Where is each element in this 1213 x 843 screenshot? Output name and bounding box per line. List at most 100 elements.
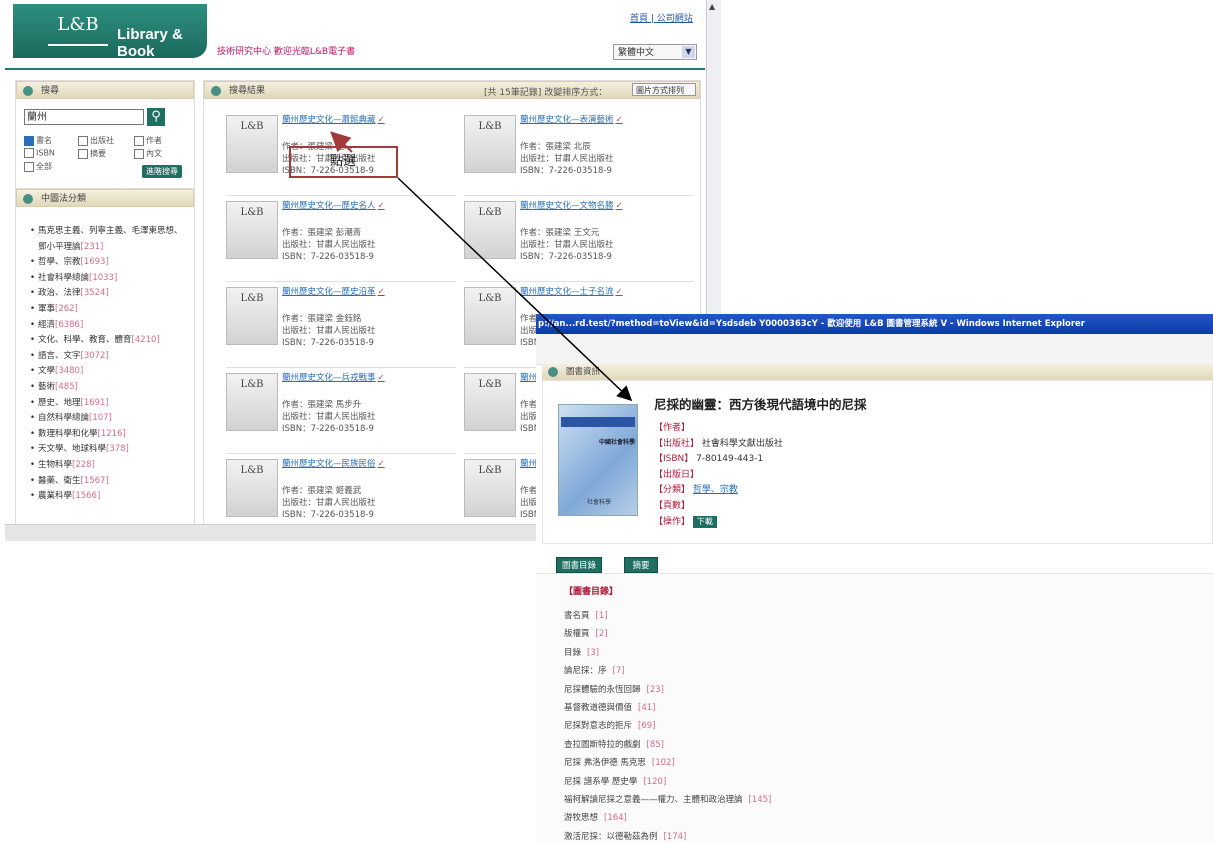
option-publisher[interactable]: 出版社 (78, 135, 114, 146)
category-item[interactable]: 數理科學和化學[1216] (30, 427, 190, 443)
category-name: 農業科學 (38, 491, 73, 502)
category-item[interactable]: 社會科學總論[1033] (30, 271, 190, 287)
book-cover[interactable]: L&B (464, 287, 516, 345)
check-icon: ✓ (377, 287, 385, 297)
category-item[interactable]: 文學[3480] (30, 364, 190, 380)
toc-item-page[interactable]: [7] (613, 666, 625, 676)
category-item[interactable]: 農業科學[1566] (30, 489, 190, 505)
search-icon[interactable]: ⚲ (147, 108, 165, 126)
search-input[interactable]: 蘭州 (24, 109, 144, 125)
category-link[interactable]: 哲學、宗教 (693, 485, 738, 495)
toc-item-page[interactable]: [41] (638, 703, 655, 713)
category-item[interactable]: 生物科學[228] (30, 458, 190, 474)
category-item[interactable]: 天文學、地球科學[378] (30, 442, 190, 458)
toc-item-page[interactable]: [2] (596, 629, 608, 639)
book-title-link[interactable]: 蘭州歷史文化—士子名流 ✓ (520, 285, 623, 297)
toc-list: 書名頁 [1] 版權頁 [2] 目錄 [3] 論尼採：序 [7] 尼採體驗的永恆回歸 [23] 基督… (564, 607, 771, 843)
category-item[interactable]: 經濟[6386] (30, 318, 190, 334)
book-cover[interactable]: L&B (464, 115, 516, 173)
category-item[interactable]: 醫藥、衛生[1567] (30, 474, 190, 490)
toc-item-page[interactable]: [85] (647, 740, 664, 750)
download-button[interactable]: 下載 (692, 515, 717, 528)
toc-item[interactable]: 游牧思想 [164] (564, 809, 771, 827)
book-detail-window: p://an...rd.test/?method=toView&id=Ysdsd… (536, 314, 1213, 843)
book-author: 作者：張建梁 馬步升 (282, 400, 362, 410)
top-links[interactable]: 首頁 | 公司網站 (630, 11, 693, 24)
option-abstract[interactable]: 摘要 (78, 148, 106, 159)
book-card: L&B 蘭州歷史文化—歷史名人 ✓ 作者：張建梁 彭潮斎 出版社：甘肅人民出版社 ISBN… (226, 201, 456, 282)
toc-item[interactable]: 基督教道德與價值 [41] (564, 699, 771, 717)
toc-item-page[interactable]: [145] (749, 795, 772, 805)
logo[interactable]: L&B Library & Book (13, 4, 207, 60)
toc-item[interactable]: 論尼採：序 [7] (564, 662, 771, 680)
toc-item[interactable]: 尼採體驗的永恆回歸 [23] (564, 681, 771, 699)
book-title-link[interactable]: 蘭州歷史文化—歷史名人 ✓ (282, 199, 385, 211)
category-item[interactable]: 馬克思主義、列寧主義、毛澤東思想、鄧小平理論[231] (30, 224, 190, 255)
category-item[interactable]: 哲學、宗教[1693] (30, 255, 190, 271)
book-meta: 作者：張建梁 金鈺銘 出版社：甘肅人民出版社 ISBN：7-226-03518-9 (282, 313, 376, 349)
language-select[interactable]: 繁體中文 ▼ (613, 44, 697, 60)
book-cover[interactable]: L&B (226, 115, 278, 173)
tab-abstract[interactable]: 摘要 (624, 557, 658, 573)
toc-item[interactable]: 激活尼採：以德勒茲為例 [174] (564, 828, 771, 843)
option-all[interactable]: 全部 (24, 161, 52, 172)
toc-item-page[interactable]: [120] (643, 777, 666, 787)
tab-toc[interactable]: 圖書目錄 (556, 557, 602, 573)
book-title-link[interactable]: 蘭州歷史文化—蕭館典藏 ✓ (282, 113, 385, 125)
book-cover[interactable]: L&B (464, 459, 516, 517)
book-cover[interactable]: L&B (226, 373, 278, 431)
book-cover[interactable]: L&B (226, 287, 278, 345)
toc-item[interactable]: 尼採 弗洛伊德 馬克思 [102] (564, 754, 771, 772)
option-fulltext[interactable]: 內文 (134, 148, 162, 159)
toc-item-page[interactable]: [174] (664, 832, 687, 842)
category-name: 文學 (38, 366, 56, 377)
search-panel-title: 搜尋 (41, 86, 60, 96)
date-row: 【出版日】 (654, 469, 700, 480)
category-item[interactable]: 藝術[485] (30, 380, 190, 396)
book-title-link[interactable]: 蘭州歷史文化—兵戎戰事 ✓ (282, 371, 385, 383)
option-isbn[interactable]: ISBN (24, 148, 55, 158)
toc-item[interactable]: 福柯解讀尼採之意義——權力、主體和政治理論 [145] (564, 791, 771, 809)
category-item[interactable]: 軍事[262] (30, 302, 190, 318)
toc-item-page[interactable]: [102] (652, 758, 675, 768)
category-name: 歷史、地理 (38, 397, 81, 408)
toc-item-name: 尼採 弗洛伊德 馬克思 (564, 758, 646, 769)
scroll-up-icon[interactable]: ▲ (709, 2, 715, 11)
book-title-link[interactable]: 蘭州歷史文化—民族民俗 ✓ (282, 457, 385, 469)
category-name: 醫藥、衛生 (38, 475, 81, 486)
category-name: 經濟 (38, 319, 56, 330)
book-cover[interactable]: L&B (464, 373, 516, 431)
toc-item[interactable]: 目錄 [3] (564, 644, 771, 662)
book-title-link[interactable]: 蘭州歷史文化—表演藝術 ✓ (520, 113, 623, 125)
toc-item[interactable]: 版權頁 [2] (564, 625, 771, 643)
book-author: 作者：張建梁 金鈺銘 (282, 314, 362, 324)
toc-item[interactable]: 查拉圖斯特拉的戲劇 [85] (564, 736, 771, 754)
category-item[interactable]: 自然科學總論[107] (30, 411, 190, 427)
toc-item[interactable]: 書名頁 [1] (564, 607, 771, 625)
category-item[interactable]: 政治、法律[3524] (30, 286, 190, 302)
book-card: L&B 蘭州歷史文化—文物名勝 ✓ 作者：張建梁 王文元 出版社：甘肅人民出版社 ISBN… (464, 201, 694, 282)
toc-item-page[interactable]: [69] (638, 721, 655, 731)
option-author[interactable]: 作者 (134, 135, 162, 146)
book-cover[interactable]: L&B (464, 201, 516, 259)
book-title-link[interactable]: 蘭州歷史文化—歷史沿革 ✓ (282, 285, 385, 297)
book-cover[interactable]: L&B (226, 459, 278, 517)
toc-item-page[interactable]: [23] (647, 685, 664, 695)
check-icon: ✓ (615, 201, 623, 211)
toc-item-page[interactable]: [164] (604, 813, 627, 823)
toc-item-page[interactable]: [1] (596, 611, 608, 621)
chevron-down-icon[interactable]: ▼ (682, 46, 695, 58)
toc-item[interactable]: 尼採 譜系學 歷史學 [120] (564, 773, 771, 791)
toc-item-page[interactable]: [3] (587, 648, 599, 658)
category-item[interactable]: 歷史、地理[1691] (30, 396, 190, 412)
advanced-search-button[interactable]: 進階搜尋 (142, 165, 182, 178)
option-title[interactable]: 書名 (24, 135, 52, 146)
sort-select[interactable]: 圖片方式排列 (632, 83, 696, 96)
book-cover[interactable]: L&B (226, 201, 278, 259)
toc-item-name: 查拉圖斯特拉的戲劇 (564, 739, 641, 750)
toc-item[interactable]: 尼採對意志的拒斥 [69] (564, 717, 771, 735)
category-item[interactable]: 語言、文字[3072] (30, 349, 190, 365)
category-panel: 中圖法分類 馬克思主義、列寧主義、毛澤東思想、鄧小平理論[231]哲學、宗教[1… (15, 188, 195, 526)
book-title-link[interactable]: 蘭州歷史文化—文物名勝 ✓ (520, 199, 623, 211)
category-item[interactable]: 文化、科學、教育、體育[4210] (30, 333, 190, 349)
